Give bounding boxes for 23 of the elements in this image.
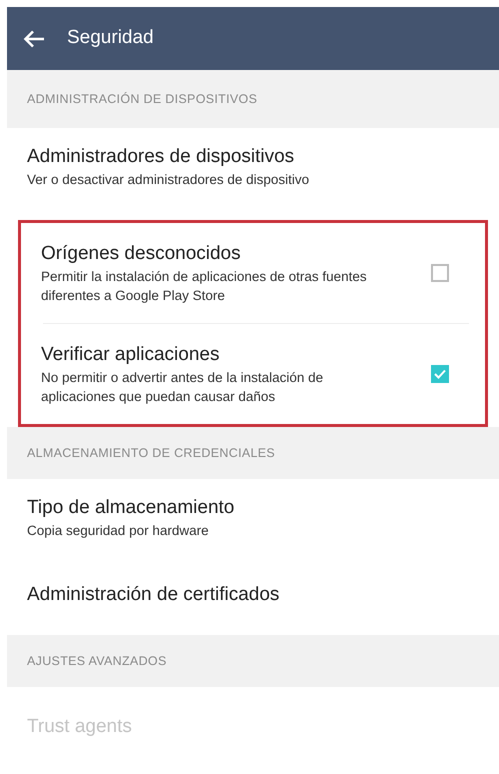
item-title: Verificar aplicaciones bbox=[41, 343, 220, 367]
item-summary: Ver o desactivar administradores de dispositivo bbox=[27, 170, 310, 188]
checkbox[interactable] bbox=[431, 365, 449, 383]
checkbox[interactable] bbox=[431, 264, 449, 282]
item-summary: No permitir o advertir antes de la instalación de aplicaciones que puedan causar daños bbox=[41, 369, 324, 406]
settings-item[interactable]: Verificar aplicaciones No permitir o advertir antes de la instalación de aplicaciones que puedan causar daños bbox=[21, 324, 485, 424]
section-header: ADMINISTRACIÓN DE DISPOSITIVOS bbox=[7, 70, 499, 128]
item-title: Orígenes desconocidos bbox=[41, 242, 242, 266]
settings-item[interactable]: Administración de certificados bbox=[7, 555, 499, 635]
item-title: Tipo de almacenamiento bbox=[27, 496, 236, 520]
settings-item[interactable]: Tipo de almacenamiento Copia seguridad por hardware bbox=[7, 479, 499, 555]
item-title: Administración de certificados bbox=[27, 583, 280, 607]
settings-item[interactable]: Administradores de dispositivos Ver o desactivar administradores de dispositivo bbox=[7, 128, 499, 204]
screen-title: Seguridad bbox=[67, 26, 154, 50]
check-icon bbox=[434, 369, 446, 379]
settings-item[interactable]: Orígenes desconocidos Permitir la instalación de aplicaciones de otras fuentes diferentes a Google Play Store bbox=[21, 223, 485, 323]
item-summary: Copia seguridad por hardware bbox=[27, 522, 210, 540]
item-title: Trust agents bbox=[27, 715, 133, 739]
back-arrow-icon[interactable] bbox=[23, 30, 45, 48]
section-header: ALMACENAMIENTO DE CREDENCIALES bbox=[7, 427, 499, 479]
section-header: AJUSTES AVANZADOS bbox=[7, 635, 499, 687]
item-summary: Permitir la instalación de aplicaciones de otras fuentes diferentes a Google Play Store bbox=[41, 268, 368, 305]
item-title: Administradores de dispositivos bbox=[27, 144, 296, 168]
